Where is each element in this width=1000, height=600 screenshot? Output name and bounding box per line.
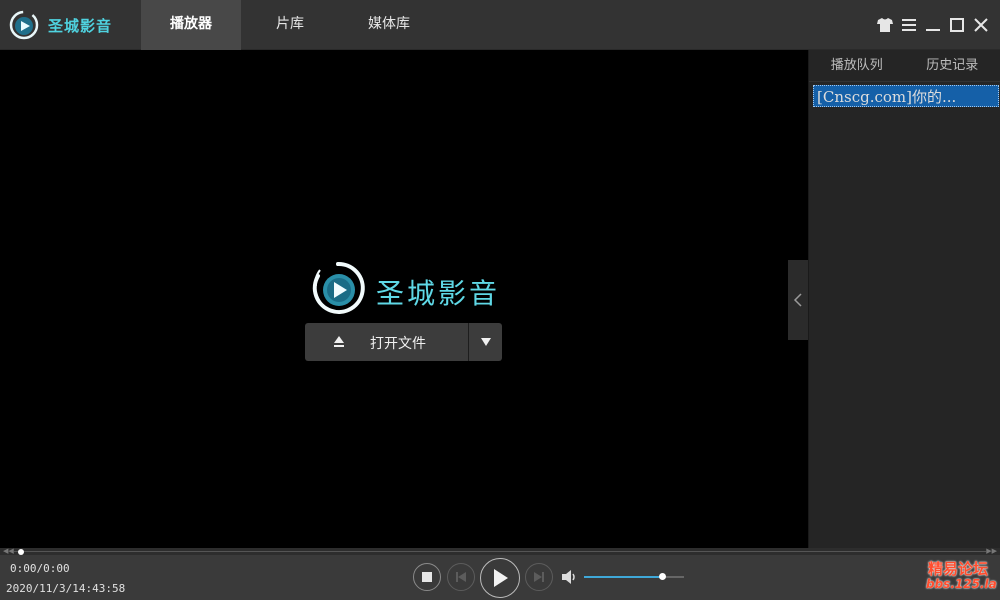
clock-display: 2020/11/3/14:43:58 bbox=[6, 582, 126, 595]
watermark-url: bbs.125.la bbox=[926, 577, 997, 591]
player-brand: 圣城影音 bbox=[376, 277, 501, 310]
skip-previous-icon bbox=[456, 572, 466, 582]
triangle-down-icon bbox=[480, 338, 491, 346]
skip-next-icon bbox=[534, 572, 544, 582]
progress-handle[interactable] bbox=[18, 549, 24, 555]
volume-icon[interactable] bbox=[562, 570, 578, 584]
minimize-button[interactable] bbox=[924, 15, 942, 35]
video-area[interactable]: 圣城影音 打开文件 bbox=[0, 50, 808, 548]
stop-icon bbox=[422, 572, 432, 582]
playlist-item[interactable]: [Cnscg.com]你的... bbox=[813, 85, 999, 107]
skin-button[interactable] bbox=[876, 15, 894, 35]
play-button[interactable] bbox=[480, 558, 520, 598]
app-logo-icon bbox=[9, 10, 39, 40]
open-options-button[interactable] bbox=[469, 323, 502, 361]
play-icon bbox=[494, 569, 508, 587]
watermark: 精易论坛 bbs.125.la bbox=[924, 558, 997, 596]
menu-icon bbox=[902, 19, 916, 31]
main-tabs: 播放器 片库 媒体库 bbox=[141, 0, 439, 50]
previous-button[interactable] bbox=[447, 563, 475, 591]
minimize-icon bbox=[926, 29, 940, 31]
open-file-button[interactable]: 打开文件 bbox=[305, 323, 468, 361]
tab-media-library[interactable]: 媒体库 bbox=[339, 0, 439, 50]
seek-forward-icon[interactable]: ▶▶ bbox=[986, 548, 997, 555]
maximize-button[interactable] bbox=[948, 15, 966, 35]
seek-back-icon[interactable]: ◀◀ bbox=[3, 548, 14, 555]
volume-level bbox=[584, 576, 662, 578]
eject-icon bbox=[334, 336, 344, 347]
close-button[interactable] bbox=[972, 15, 990, 35]
control-bar: ◀◀ ▶▶ 0:00/0:00 2020/11/3/14:43:58 精易论坛 … bbox=[0, 548, 1000, 600]
progress-bar[interactable]: ◀◀ ▶▶ bbox=[0, 548, 1000, 555]
player-logo-icon bbox=[312, 261, 365, 314]
volume-handle[interactable] bbox=[659, 573, 666, 580]
tab-film-library[interactable]: 片库 bbox=[241, 0, 339, 50]
collapse-panel-button[interactable] bbox=[788, 260, 808, 340]
tab-player[interactable]: 播放器 bbox=[141, 0, 241, 50]
shirt-icon bbox=[877, 18, 893, 32]
close-icon bbox=[974, 18, 988, 32]
playlist-panel: 播放队列 历史记录 [Cnscg.com]你的... bbox=[808, 50, 1000, 548]
window-controls bbox=[876, 15, 990, 35]
tab-history[interactable]: 历史记录 bbox=[905, 50, 1000, 81]
open-file-label: 打开文件 bbox=[370, 336, 426, 352]
title-bar: 圣城影音 播放器 片库 媒体库 bbox=[0, 0, 1000, 50]
volume-slider[interactable] bbox=[584, 573, 684, 580]
app-title: 圣城影音 bbox=[48, 17, 113, 35]
stop-button[interactable] bbox=[413, 563, 441, 591]
tab-play-queue[interactable]: 播放队列 bbox=[809, 50, 905, 81]
maximize-icon bbox=[950, 18, 964, 32]
open-file-group: 打开文件 bbox=[305, 323, 502, 361]
chevron-left-icon bbox=[793, 293, 802, 307]
panel-tabs: 播放队列 历史记录 bbox=[809, 50, 1000, 82]
time-display: 0:00/0:00 bbox=[10, 562, 70, 575]
player-window: 圣城影音 播放器 片库 媒体库 圣城影音 打开文件 播放队列 历史记录 [Cns… bbox=[0, 0, 1000, 600]
next-button[interactable] bbox=[525, 563, 553, 591]
watermark-title: 精易论坛 bbox=[928, 560, 989, 578]
progress-line bbox=[14, 551, 986, 552]
main-menu-button[interactable] bbox=[900, 15, 918, 35]
